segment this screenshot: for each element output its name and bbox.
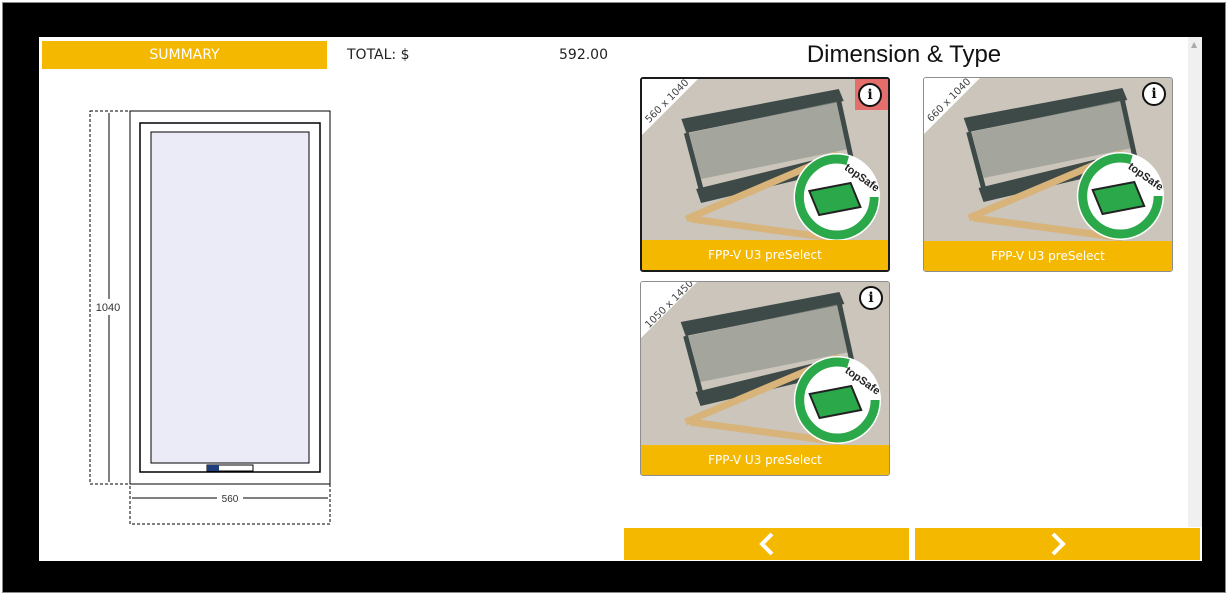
prev-button[interactable]: [624, 528, 909, 560]
product-card[interactable]: topSafe 560 x 1040 i FPP-V U3 preSelect: [640, 77, 890, 272]
info-icon[interactable]: i: [1142, 82, 1166, 106]
window-frame: SUMMARY TOTAL: $ 592.00 1040 560 Dimensi…: [2, 2, 1226, 593]
total-value: 592.00: [559, 47, 608, 63]
chevron-right-icon: [1051, 532, 1066, 556]
section-title: Dimension & Type: [806, 41, 1002, 68]
size-corner-flag: [924, 78, 980, 134]
total-label: TOTAL: $: [347, 47, 410, 63]
product-name: FPP-V U3 preSelect: [924, 241, 1172, 271]
info-icon[interactable]: i: [858, 83, 882, 107]
product-name: FPP-V U3 preSelect: [642, 240, 888, 270]
product-card[interactable]: topSafe 660 x 1040 i FPP-V U3 preSelect: [923, 77, 1173, 272]
scrollbar[interactable]: ▲: [1188, 37, 1202, 527]
product-name: FPP-V U3 preSelect: [641, 445, 889, 475]
height-label: 1040: [96, 302, 120, 314]
size-corner-flag: [642, 79, 698, 135]
scroll-up-icon[interactable]: ▲: [1191, 40, 1197, 49]
width-label: 560: [222, 494, 239, 505]
info-icon[interactable]: i: [859, 286, 883, 310]
window-glass: [150, 131, 310, 464]
height-dimension-box: [89, 110, 131, 485]
window-drawing: 1040 560: [89, 110, 331, 525]
configurator-panel: SUMMARY TOTAL: $ 592.00 1040 560 Dimensi…: [39, 37, 1202, 561]
next-button[interactable]: [915, 528, 1200, 560]
product-card[interactable]: topSafe 1050 x 1450 i FPP-V U3 preSelect: [640, 281, 890, 476]
chevron-left-icon: [758, 532, 773, 556]
